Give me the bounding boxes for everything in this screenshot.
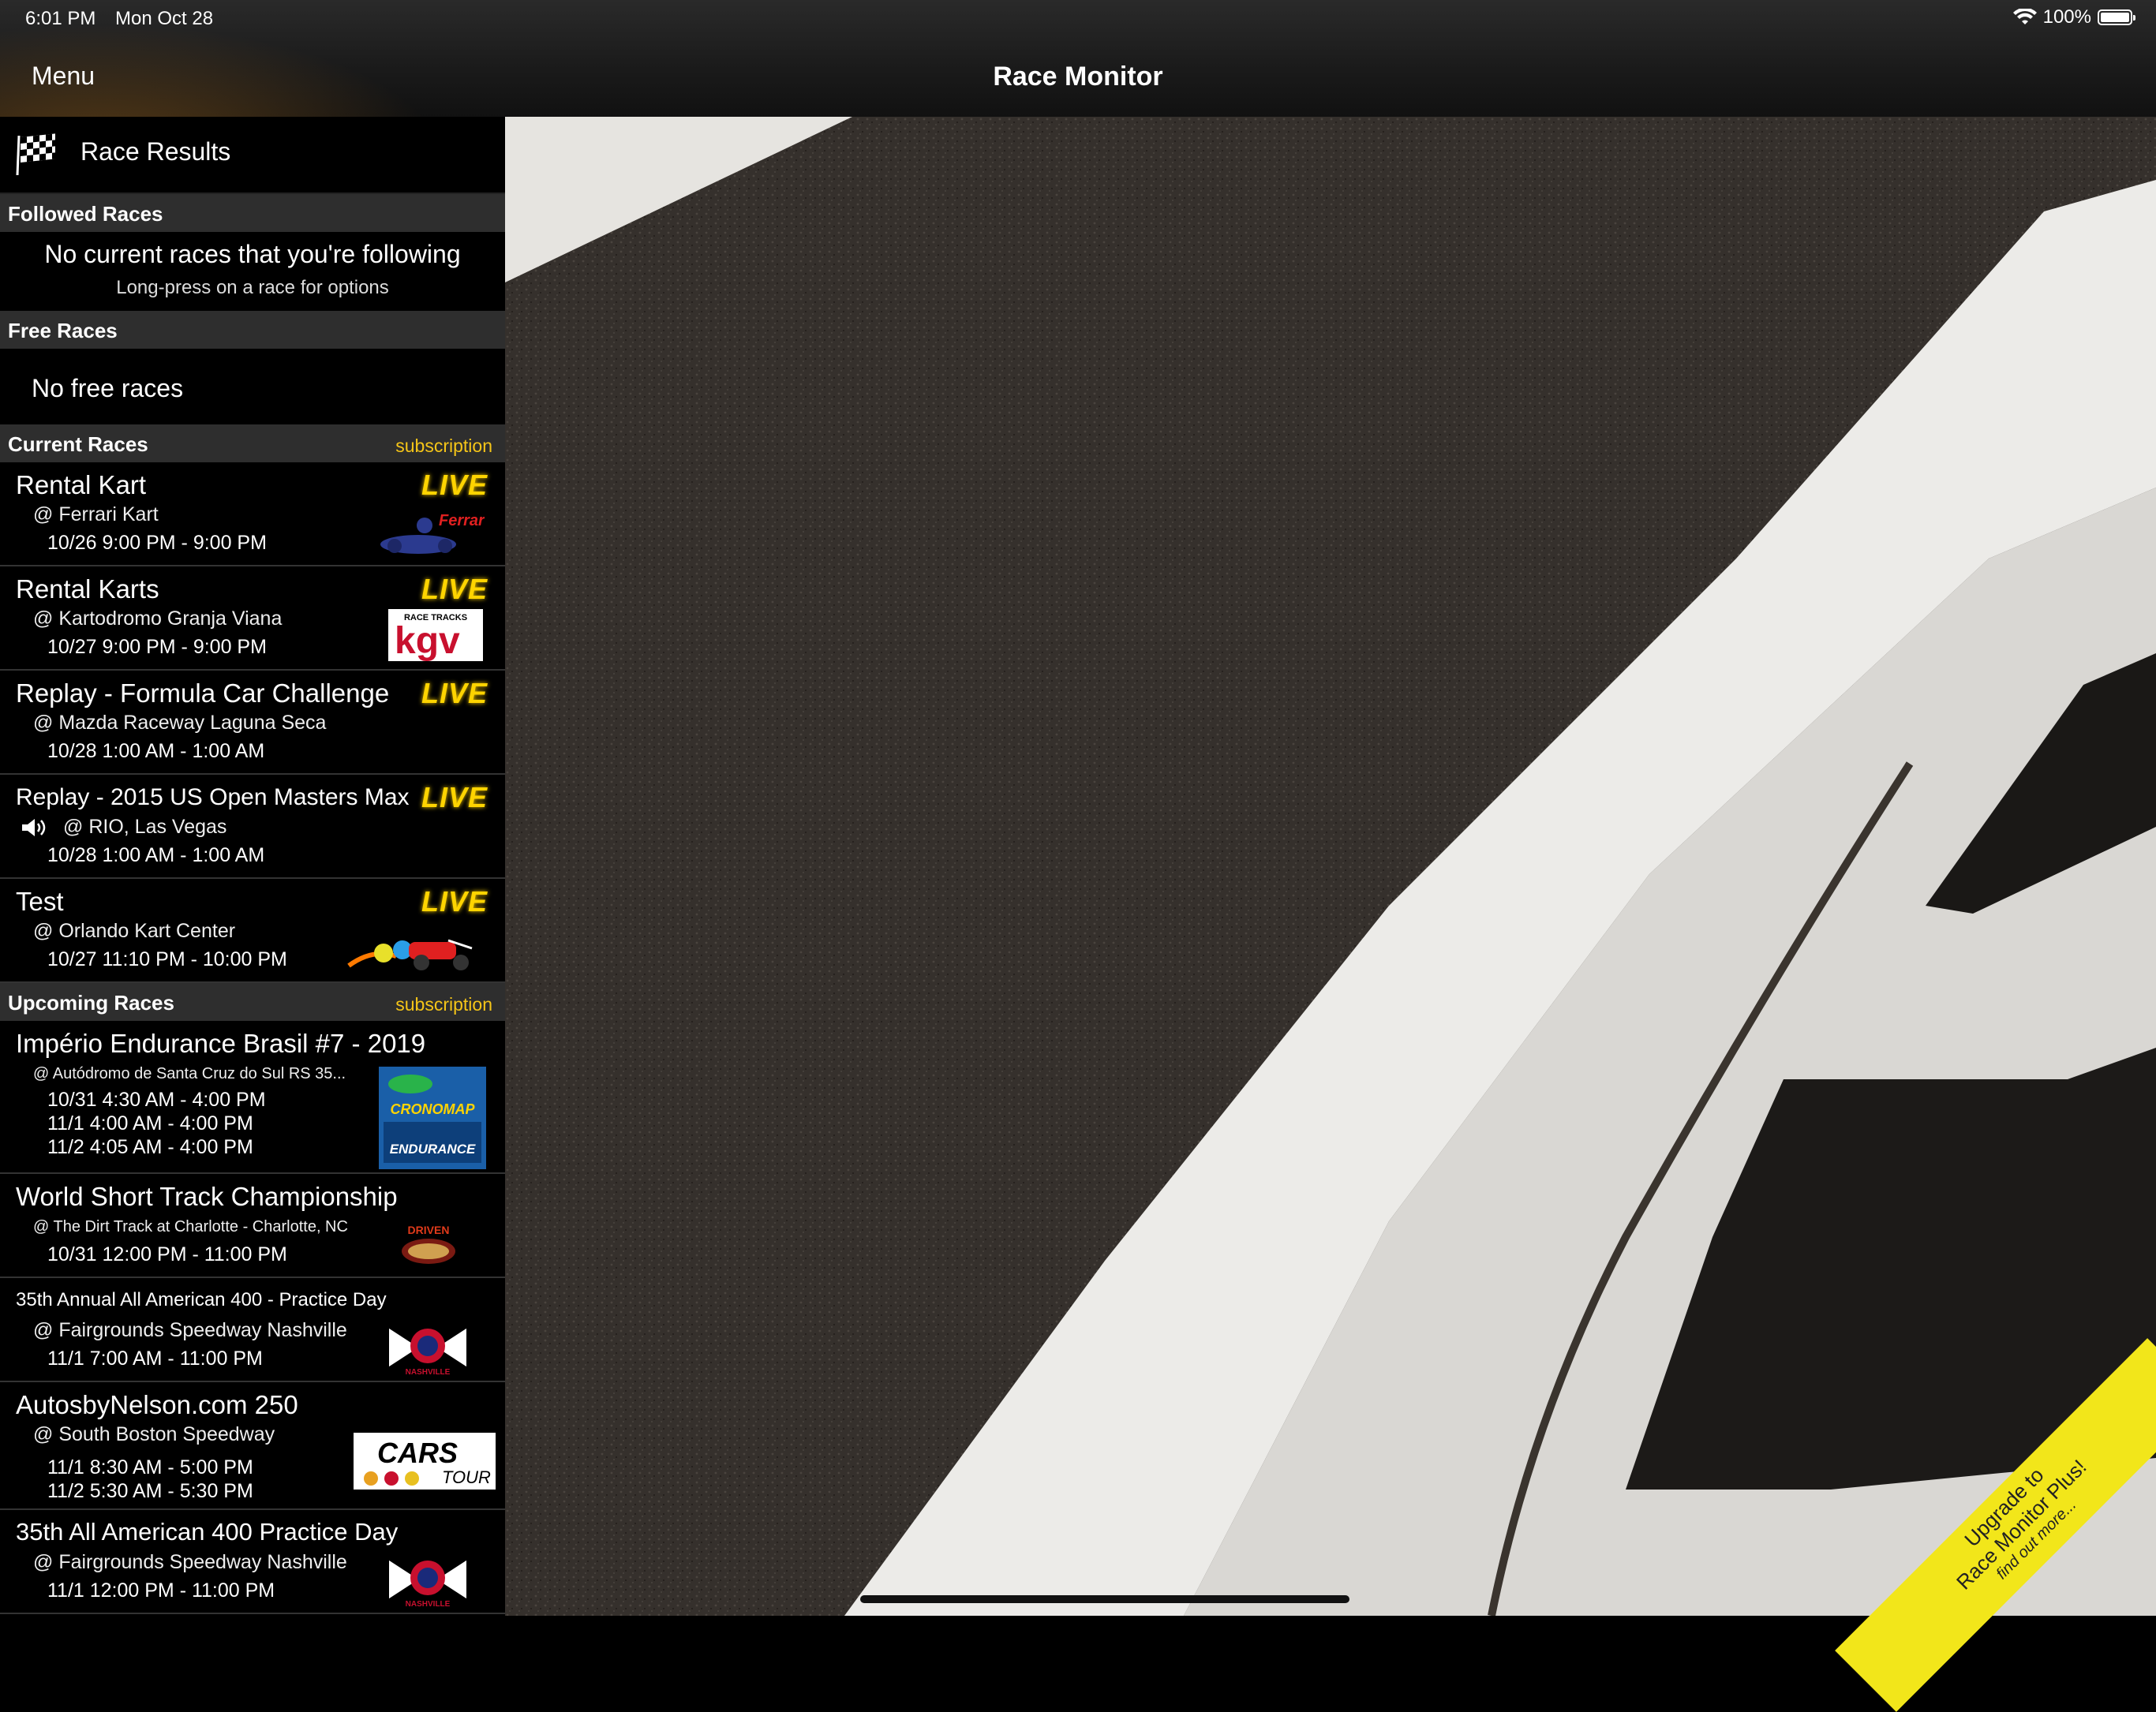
svg-text:NASHVILLE: NASHVILLE bbox=[406, 1368, 451, 1377]
race-row-test[interactable]: Test LIVE @ Orlando Kart Center 10/27 11… bbox=[0, 879, 505, 983]
race-results-item[interactable]: Race Results bbox=[0, 117, 505, 194]
race-row-imperio-endurance[interactable]: Império Endurance Brasil #7 - 2019 @ Aut… bbox=[0, 1021, 505, 1174]
race-name: 35th All American 400 Practice Day bbox=[16, 1518, 399, 1546]
race-date: 10/28 1:00 AM - 1:00 AM bbox=[47, 844, 265, 866]
app-title: Race Monitor bbox=[993, 62, 1163, 92]
race-row-us-open-masters[interactable]: Replay - 2015 US Open Masters Max LIVE @… bbox=[0, 775, 505, 879]
current-races-title: Current Races bbox=[8, 432, 148, 456]
fairgrounds-logo: NASHVILLE bbox=[387, 1557, 468, 1609]
race-venue: @ South Boston Speedway bbox=[33, 1423, 275, 1445]
kgv-logo: RACE TRACKS kgv bbox=[388, 609, 483, 661]
race-date: 11/1 12:00 PM - 11:00 PM bbox=[47, 1579, 275, 1602]
driven-logo: DRIVEN bbox=[402, 1224, 455, 1264]
followed-hint-text: Long-press on a race for options bbox=[116, 277, 389, 298]
wifi-icon bbox=[2012, 9, 2037, 24]
race-name: Rental Kart bbox=[16, 470, 147, 499]
upcoming-races-header: Upcoming Races subscription bbox=[0, 983, 505, 1021]
race-date: 10/28 1:00 AM - 1:00 AM bbox=[47, 740, 265, 762]
svg-text:kgv: kgv bbox=[395, 620, 460, 661]
live-badge: LIVE bbox=[421, 781, 488, 813]
race-row-formula-car-challenge[interactable]: Replay - Formula Car Challenge LIVE @ Ma… bbox=[0, 671, 505, 775]
home-indicator[interactable] bbox=[860, 1595, 1349, 1603]
live-badge: LIVE bbox=[421, 469, 488, 501]
svg-text:ENDURANCE: ENDURANCE bbox=[390, 1142, 476, 1157]
race-venue: @ Orlando Kart Center bbox=[33, 920, 236, 942]
race-name: World Short Track Championship bbox=[16, 1182, 398, 1211]
race-row-all-american-400-practice[interactable]: 35th Annual All American 400 - Practice … bbox=[0, 1278, 505, 1382]
battery-percent: 100% bbox=[2042, 6, 2091, 28]
race-venue: @ Autódromo de Santa Cruz do Sul RS 35..… bbox=[33, 1065, 346, 1082]
race-date: 10/31 4:30 AM - 4:00 PM bbox=[47, 1089, 266, 1111]
race-row-world-short-track[interactable]: World Short Track Championship @ The Dir… bbox=[0, 1174, 505, 1278]
svg-text:Ferrari Kart: Ferrari Kart bbox=[439, 512, 485, 529]
race-date: 11/1 8:30 AM - 5:00 PM bbox=[47, 1456, 253, 1478]
race-name: AutosbyNelson.com 250 bbox=[16, 1390, 298, 1419]
live-badge: LIVE bbox=[421, 573, 488, 605]
status-right: 100% bbox=[2012, 6, 2135, 28]
svg-text:CRONOMAP: CRONOMAP bbox=[391, 1101, 476, 1117]
checkered-flag-icon bbox=[16, 133, 55, 176]
race-name: Test bbox=[16, 887, 64, 916]
race-venue: @ Fairgrounds Speedway Nashville bbox=[33, 1319, 347, 1341]
svg-text:CARS: CARS bbox=[377, 1437, 458, 1469]
race-date: 11/2 4:05 AM - 4:00 PM bbox=[47, 1136, 253, 1158]
free-races-header: Free Races bbox=[0, 311, 505, 349]
followed-races-empty: No current races that you're following L… bbox=[0, 232, 505, 311]
current-races-header: Current Races subscription bbox=[0, 424, 505, 462]
speaker-icon bbox=[22, 819, 46, 836]
sidebar: Race Results Followed Races No current r… bbox=[0, 117, 505, 1616]
followed-empty-text: No current races that you're following bbox=[44, 240, 461, 268]
race-venue: @ The Dirt Track at Charlotte - Charlott… bbox=[33, 1218, 348, 1235]
cars-tour-logo: CARS TOUR bbox=[354, 1433, 496, 1490]
race-date: 11/1 4:00 AM - 4:00 PM bbox=[47, 1112, 253, 1134]
race-venue: @ Mazda Raceway Laguna Seca bbox=[33, 712, 327, 734]
free-races-title: Free Races bbox=[8, 319, 118, 342]
free-empty-text: No free races bbox=[32, 374, 184, 402]
race-name: Rental Karts bbox=[16, 574, 159, 604]
track-photo-illustration bbox=[505, 117, 2156, 1616]
followed-races-title: Followed Races bbox=[8, 202, 163, 226]
upcoming-subscription-link[interactable]: subscription bbox=[395, 994, 492, 1015]
race-name: Replay - 2015 US Open Masters Max bbox=[16, 784, 410, 810]
race-venue: @ Ferrari Kart bbox=[33, 503, 159, 525]
status-time: 6:01 PM bbox=[25, 8, 96, 29]
free-races-empty: No free races bbox=[0, 349, 505, 424]
race-date: 10/26 9:00 PM - 9:00 PM bbox=[47, 532, 267, 554]
race-row-rental-kart[interactable]: Rental Kart LIVE @ Ferrari Kart 10/26 9:… bbox=[0, 462, 505, 566]
battery-icon bbox=[2098, 9, 2135, 25]
orlando-kart-logo bbox=[347, 939, 473, 970]
race-date: 11/2 5:30 AM - 5:30 PM bbox=[47, 1480, 253, 1502]
race-venue: @ Fairgrounds Speedway Nashville bbox=[33, 1551, 347, 1573]
status-date: Mon Oct 28 bbox=[115, 8, 214, 29]
race-date: 10/31 12:00 PM - 11:00 PM bbox=[47, 1243, 287, 1265]
svg-text:NASHVILLE: NASHVILLE bbox=[406, 1600, 451, 1609]
race-date: 10/27 11:10 PM - 10:00 PM bbox=[47, 948, 287, 970]
followed-races-header: Followed Races bbox=[0, 194, 505, 232]
race-row-all-american-400-practice-day[interactable]: 35th All American 400 Practice Day @ Fai… bbox=[0, 1510, 505, 1614]
track-background-image bbox=[505, 117, 2156, 1616]
race-name: 35th Annual All American 400 - Practice … bbox=[16, 1289, 387, 1310]
svg-text:TOUR: TOUR bbox=[442, 1467, 491, 1487]
race-name: Replay - Formula Car Challenge bbox=[16, 678, 390, 708]
cronomap-logo: CRONOMAP ENDURANCE bbox=[379, 1067, 486, 1169]
live-badge: LIVE bbox=[421, 677, 488, 709]
status-bar: 6:01 PM Mon Oct 28 100% bbox=[0, 0, 2156, 38]
race-row-rental-karts[interactable]: Rental Karts LIVE @ Kartodromo Granja Vi… bbox=[0, 566, 505, 671]
upcoming-races-title: Upcoming Races bbox=[8, 991, 174, 1015]
race-date: 10/27 9:00 PM - 9:00 PM bbox=[47, 636, 267, 658]
current-subscription-link[interactable]: subscription bbox=[395, 435, 492, 457]
race-date: 11/1 7:00 AM - 11:00 PM bbox=[47, 1348, 263, 1370]
live-badge: LIVE bbox=[421, 885, 488, 918]
fairgrounds-logo: NASHVILLE bbox=[387, 1325, 468, 1377]
svg-text:DRIVEN: DRIVEN bbox=[408, 1224, 450, 1236]
race-row-autosbynelson-250[interactable]: AutosbyNelson.com 250 @ South Boston Spe… bbox=[0, 1382, 505, 1510]
race-results-label: Race Results bbox=[80, 137, 231, 166]
ferrari-kart-logo: Ferrari Kart bbox=[380, 512, 485, 554]
race-venue: @ RIO, Las Vegas bbox=[63, 816, 227, 838]
race-name: Império Endurance Brasil #7 - 2019 bbox=[16, 1029, 426, 1058]
race-venue: @ Kartodromo Granja Viana bbox=[33, 607, 283, 630]
